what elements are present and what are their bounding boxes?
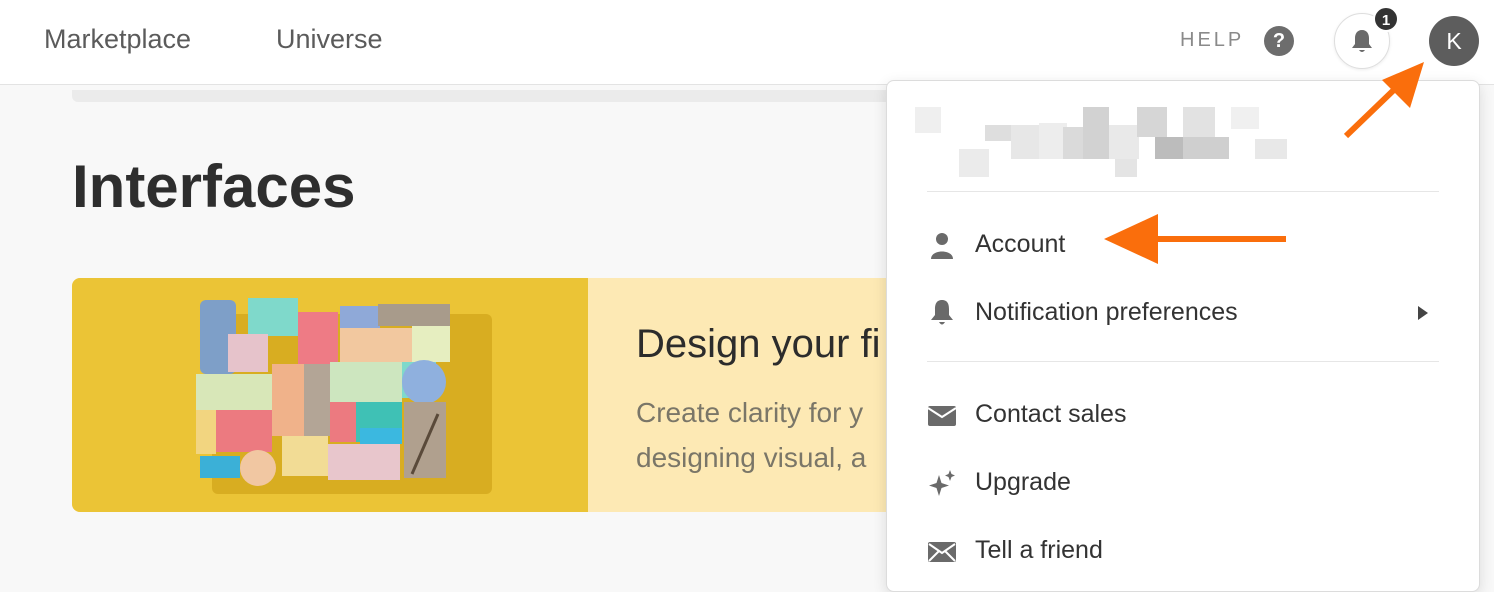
bell-icon [1352, 30, 1372, 52]
menu-item-tell-a-friend[interactable]: Tell a friend [887, 523, 1479, 579]
sparkle-icon [929, 470, 955, 496]
menu-item-upgrade[interactable]: Upgrade [887, 455, 1479, 511]
nav-marketplace[interactable]: Marketplace [44, 24, 191, 55]
help-icon[interactable]: ? [1264, 26, 1294, 56]
hero-description-line-2: designing visual, a [636, 442, 867, 473]
menu-divider [927, 361, 1439, 362]
nav-universe[interactable]: Universe [276, 24, 383, 55]
mail-icon [928, 542, 956, 562]
redacted-user-info [915, 105, 1287, 179]
chevron-right-icon [1418, 306, 1428, 320]
hero-description: Create clarity for y designing visual, a [636, 390, 866, 480]
top-bar: Marketplace Universe HELP ? 1 K [0, 0, 1494, 85]
menu-item-label: Tell a friend [975, 536, 1103, 564]
account-dropdown-menu: Account Notification preferences Contact… [886, 80, 1480, 592]
page-title: Interfaces [72, 153, 356, 220]
help-link[interactable]: HELP [1180, 29, 1244, 52]
menu-item-contact-sales[interactable]: Contact sales [887, 387, 1479, 443]
menu-divider [927, 191, 1439, 192]
envelope-icon [927, 406, 957, 426]
hero-title: Design your fi [636, 322, 881, 366]
avatar[interactable]: K [1429, 16, 1479, 66]
menu-item-notification-preferences[interactable]: Notification preferences [887, 285, 1479, 341]
menu-item-account[interactable]: Account [887, 217, 1479, 273]
person-icon [931, 233, 953, 259]
content-strip [72, 90, 912, 102]
menu-item-label: Contact sales [975, 400, 1127, 428]
hero-blocks-image [72, 278, 588, 512]
menu-item-label: Account [975, 230, 1066, 258]
menu-item-label: Upgrade [975, 468, 1071, 496]
menu-item-label: Notification preferences [975, 298, 1238, 326]
bell-icon [931, 300, 953, 325]
hero-banner[interactable]: Design your fi Create clarity for y desi… [72, 278, 912, 512]
notification-count-badge: 1 [1373, 6, 1399, 32]
hero-description-line-1: Create clarity for y [636, 397, 864, 428]
